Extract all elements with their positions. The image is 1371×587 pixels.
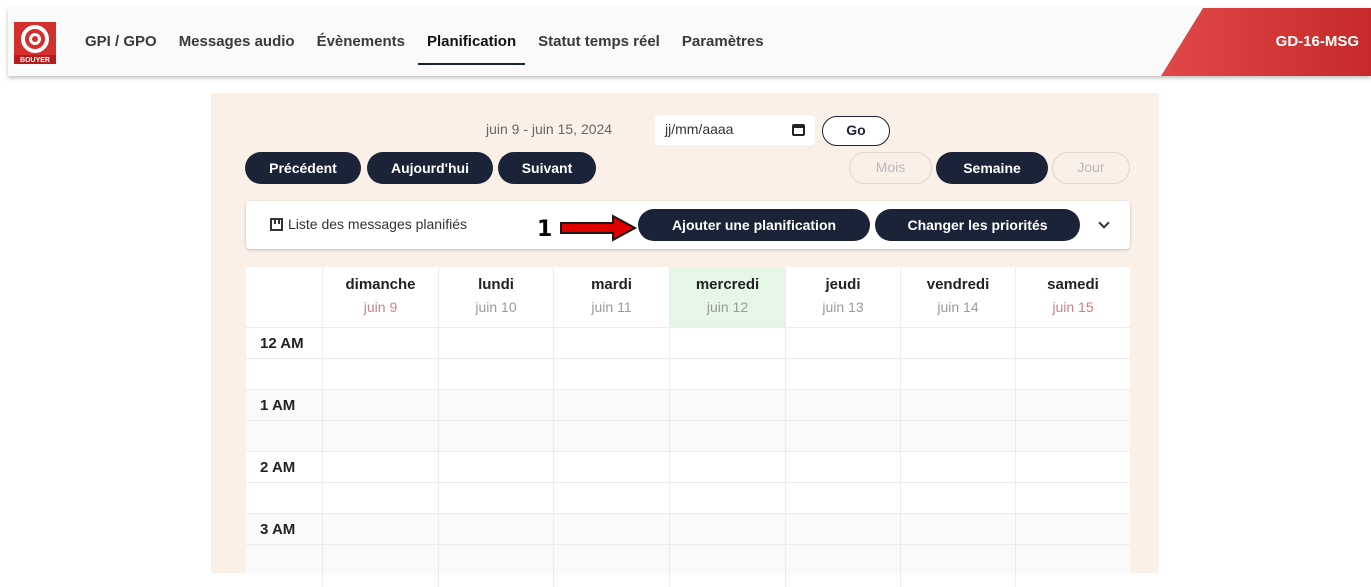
planning-panel: juin 9 - juin 15, 2024 jj/mm/aaaa Go Pré… — [211, 93, 1159, 587]
time-slot-row[interactable] — [246, 327, 1130, 358]
today-button[interactable]: Aujourd'hui — [367, 152, 493, 184]
time-slot-row[interactable] — [246, 389, 1130, 420]
day-date: juin 10 — [475, 299, 517, 315]
date-range-label: juin 9 - juin 15, 2024 — [486, 121, 613, 137]
day-view-button[interactable]: Jour — [1052, 152, 1130, 184]
device-name-badge: GD-16-MSG — [1161, 8, 1371, 76]
next-button[interactable]: Suivant — [498, 152, 596, 184]
callout-arrow-icon — [560, 214, 638, 242]
day-date: juin 13 — [822, 299, 864, 315]
time-label: 12 AM — [260, 335, 304, 352]
week-calendar: dimanche juin 9 lundi juin 10 mardi juin… — [246, 267, 1130, 587]
day-name: vendredi — [926, 276, 990, 293]
previous-button[interactable]: Précédent — [245, 152, 361, 184]
day-header-monday: lundi juin 10 — [438, 267, 553, 327]
column-divider — [322, 327, 323, 587]
date-input[interactable]: jj/mm/aaaa — [655, 115, 815, 145]
day-name: lundi — [478, 276, 514, 293]
day-date: juin 11 — [591, 299, 632, 315]
day-name: mardi — [591, 276, 632, 293]
day-header-wednesday: mercredi juin 12 — [669, 267, 785, 327]
nav-evenements[interactable]: Évènements — [317, 8, 405, 76]
planning-action-bar: Liste des messages planifiés Ajouter une… — [246, 201, 1130, 249]
time-slot-row[interactable] — [246, 451, 1130, 482]
column-divider — [553, 327, 554, 587]
bouyer-logo-icon[interactable]: BOUYER — [14, 22, 56, 64]
week-view-button[interactable]: Semaine — [936, 152, 1048, 184]
time-slot-row[interactable] — [246, 420, 1130, 451]
day-date: juin 9 — [363, 299, 398, 315]
month-view-button[interactable]: Mois — [849, 152, 932, 184]
day-name: samedi — [1047, 276, 1099, 293]
time-slot-row[interactable] — [246, 358, 1130, 389]
day-date: juin 15 — [1052, 299, 1094, 315]
nav-statut-temps-reel[interactable]: Statut temps réel — [538, 8, 660, 76]
nav-messages-audio[interactable]: Messages audio — [179, 8, 295, 76]
main-nav: GPI / GPO Messages audio Évènements Plan… — [85, 8, 786, 76]
column-divider — [1015, 327, 1016, 587]
time-slot-row[interactable] — [246, 513, 1130, 544]
column-divider — [438, 327, 439, 587]
time-label: 2 AM — [260, 459, 296, 476]
day-date: juin 14 — [937, 299, 979, 315]
change-priorities-button[interactable]: Changer les priorités — [875, 209, 1080, 241]
day-header-tuesday: mardi juin 11 — [553, 267, 669, 327]
calendar-icon[interactable] — [792, 124, 805, 136]
chevron-down-icon[interactable] — [1098, 217, 1110, 229]
time-label: 3 AM — [260, 521, 296, 538]
time-label: 1 AM — [260, 397, 296, 414]
nav-planification[interactable]: Planification — [417, 8, 526, 76]
add-schedule-button[interactable]: Ajouter une planification — [638, 209, 870, 241]
top-navigation-bar: BOUYER GPI / GPO Messages audio Évènemen… — [8, 8, 1371, 76]
scheduled-list-link[interactable]: Liste des messages planifiés — [270, 216, 467, 232]
callout-number: 1 — [537, 217, 553, 242]
time-slot-row[interactable] — [246, 544, 1130, 575]
scheduled-list-label: Liste des messages planifiés — [288, 216, 467, 232]
column-divider — [785, 327, 786, 587]
time-column-header — [246, 267, 322, 327]
go-button[interactable]: Go — [822, 116, 890, 146]
day-name: dimanche — [345, 276, 416, 293]
day-header-sunday: dimanche juin 9 — [322, 267, 438, 327]
column-divider — [669, 327, 670, 587]
day-header-friday: vendredi juin 14 — [900, 267, 1015, 327]
logo-text: BOUYER — [20, 57, 50, 64]
day-header-thursday: jeudi juin 13 — [785, 267, 900, 327]
date-input-placeholder: jj/mm/aaaa — [665, 121, 734, 137]
day-name: mercredi — [695, 276, 760, 293]
time-slot-row[interactable] — [246, 482, 1130, 513]
nav-gpi-gpo[interactable]: GPI / GPO — [85, 8, 157, 76]
day-header-saturday: samedi juin 15 — [1015, 267, 1130, 327]
calendar-list-icon — [270, 217, 283, 231]
nav-parametres[interactable]: Paramètres — [682, 8, 764, 76]
day-date: juin 12 — [706, 299, 749, 315]
column-divider — [900, 327, 901, 587]
day-name: jeudi — [825, 276, 861, 293]
